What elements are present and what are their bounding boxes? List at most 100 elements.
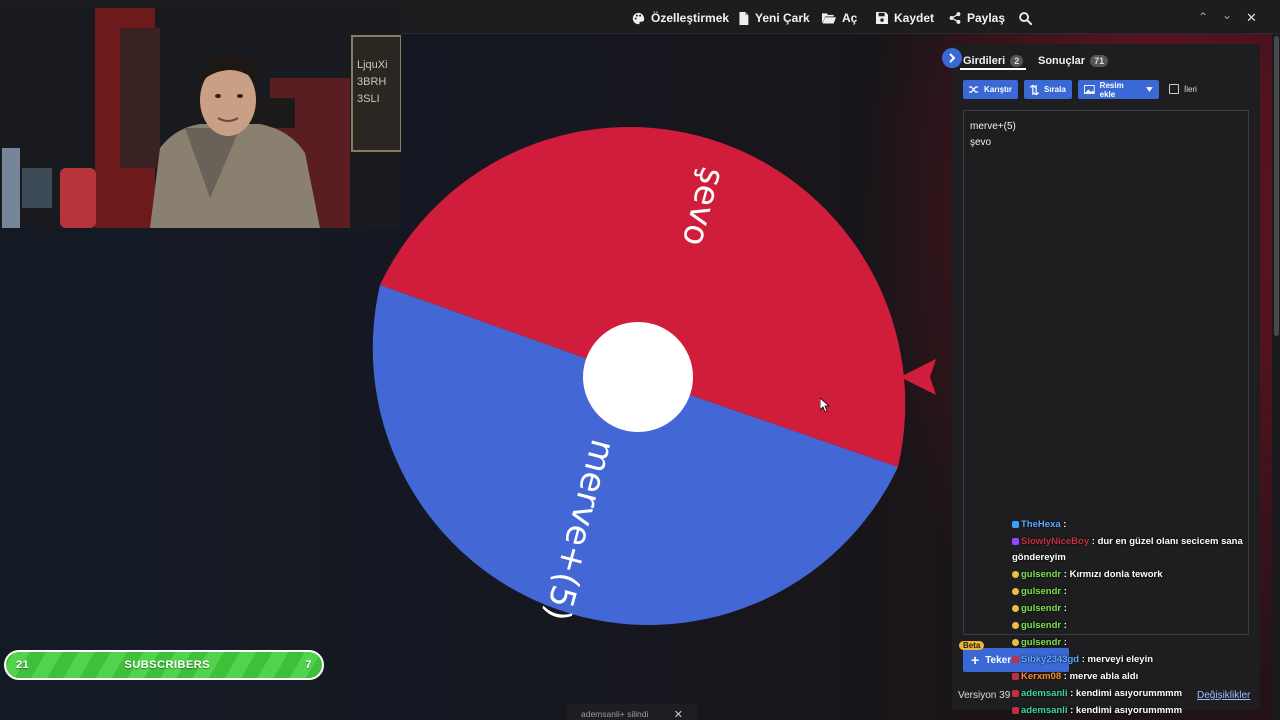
add-image-button[interactable]: Resim ekle: [1078, 80, 1159, 99]
chat-text: kendimi asıyorummmm: [1075, 705, 1183, 716]
svg-text:LjquXi: LjquXi: [357, 59, 388, 71]
chat-badge-icon: [1012, 621, 1019, 629]
shuffle-button[interactable]: Karıştır: [963, 80, 1019, 99]
open-label: Aç: [842, 11, 858, 25]
chevron-right-icon: [949, 53, 956, 63]
subscriber-label: SUBSCRIBERS: [124, 659, 211, 671]
chat-message: gulsendr :: [1012, 634, 1274, 651]
entry-line: merve+(5): [970, 121, 1016, 132]
entry-line: şevo: [970, 137, 992, 148]
version-label: Versiyon 39: [958, 690, 1011, 701]
sort-label: Sırala: [1044, 85, 1066, 94]
chat-username: gulsendr: [1021, 637, 1062, 648]
wheel-pointer: [900, 359, 936, 395]
chat-badge-icon: [1012, 689, 1019, 697]
chat-username: gulsendr: [1021, 586, 1062, 597]
collapse-panel-button[interactable]: [942, 48, 962, 68]
chat-text: göndereyim: [1012, 552, 1066, 563]
advanced-checkbox[interactable]: [1169, 84, 1179, 94]
add-wheel-label: Teker: [985, 654, 1012, 666]
chat-username: ademsanli: [1021, 705, 1068, 716]
search-icon: [1019, 11, 1032, 25]
chat-badge-icon: [1012, 570, 1019, 578]
image-icon: [1084, 85, 1095, 94]
share-label: Paylaş: [967, 11, 1006, 25]
chat-message: TheHexa :: [1012, 516, 1274, 533]
sort-icon: [1030, 84, 1039, 95]
beta-badge: Beta: [959, 641, 985, 650]
advanced-toggle[interactable]: İleri: [1169, 84, 1197, 94]
plus-icon: +: [971, 652, 980, 668]
chat-badge-icon: [1012, 706, 1019, 714]
subscriber-goal-bar: 21 SUBSCRIBERS 7: [4, 650, 324, 680]
toast-message: ademsanli+ silindi: [581, 709, 649, 719]
floppy-disk-icon: [876, 12, 888, 24]
tab-results[interactable]: Sonuçlar 71: [1038, 50, 1109, 72]
chat-message: ademsanli : kendimi asıyorummmm: [1012, 702, 1274, 719]
add-image-label: Resim ekle: [1099, 80, 1124, 99]
chat-text: dur en güzel olanı secicem sana: [1097, 536, 1243, 547]
results-count-badge: 71: [1090, 55, 1109, 67]
tab-results-label: Sonuçlar: [1038, 55, 1086, 67]
shuffle-icon: [969, 86, 979, 93]
chat-username: ademsanli: [1021, 688, 1068, 699]
chat-badge-icon: [1012, 638, 1019, 646]
chat-username: TheHexa: [1021, 519, 1061, 530]
new-wheel-button[interactable]: Yeni Çark: [738, 9, 810, 27]
sort-button[interactable]: Sırala: [1024, 80, 1072, 99]
active-tab-indicator: [960, 68, 1026, 70]
search-button[interactable]: [1019, 9, 1038, 27]
folder-open-icon: [822, 13, 836, 24]
chat-badge-icon: [1012, 655, 1019, 663]
chat-username: gulsendr: [1021, 569, 1062, 580]
save-label: Kaydet: [894, 11, 935, 25]
tab-entries-label: Girdileri: [963, 55, 1006, 67]
chat-username: gulsendr: [1021, 603, 1062, 614]
entries-count-badge: 2: [1010, 55, 1024, 67]
spin-wheel[interactable]: şevo merve+(5): [362, 100, 914, 654]
chat-message: ademsanli : kendimi asıyorummmm: [1012, 685, 1274, 702]
deleted-toast: ademsanli+ silindi ✕: [567, 704, 697, 720]
svg-text:3BRH: 3BRH: [357, 76, 386, 88]
advanced-label: İleri: [1184, 84, 1197, 94]
chat-username: Sibky2343gd: [1021, 654, 1080, 665]
chat-text: Kırmızı donla tework: [1069, 569, 1163, 580]
chat-badge-icon: [1012, 604, 1019, 612]
chat-username: SlowlyNiceBoy: [1021, 536, 1090, 547]
save-button[interactable]: Kaydet: [876, 9, 934, 27]
chat-message: gulsendr :: [1012, 600, 1274, 617]
subscriber-goal: 7: [305, 659, 312, 671]
chat-message: Sibky2343gd : merveyi eleyin: [1012, 651, 1274, 668]
webcam-feed: LjquXi 3BRH 3SLI: [0, 8, 401, 228]
close-icon[interactable]: ✕: [674, 708, 683, 720]
customize-label: Özelleştirmek: [651, 11, 730, 25]
close-icon[interactable]: ✕: [1246, 10, 1257, 26]
chat-message: Kerxm08 : merve abla aldı: [1012, 668, 1274, 685]
chat-message: SlowlyNiceBoy : dur en güzel olanı secic…: [1012, 533, 1274, 550]
chat-message: gulsendr :: [1012, 617, 1274, 634]
chat-badge-icon: [1012, 537, 1019, 545]
share-button[interactable]: Paylaş: [949, 9, 1005, 27]
chat-message: gulsendr :: [1012, 583, 1274, 600]
mouse-cursor-icon: [820, 398, 830, 412]
chat-text: merveyi eleyin: [1087, 654, 1154, 665]
chat-badge-icon: [1012, 587, 1019, 595]
wheel-center-button[interactable]: [583, 322, 693, 432]
new-wheel-label: Yeni Çark: [755, 11, 810, 25]
chevron-down-icon[interactable]: ⌄: [1222, 8, 1232, 22]
caret-down-icon: [1146, 87, 1153, 92]
chat-text: kendimi asıyorummmm: [1075, 688, 1183, 699]
chat-username: gulsendr: [1021, 620, 1062, 631]
file-icon: [739, 11, 749, 25]
palette-icon: [632, 12, 645, 24]
chevron-up-icon[interactable]: ⌃: [1198, 10, 1208, 24]
chat-badge-icon: [1012, 520, 1019, 528]
webcam-image: LjquXi 3BRH 3SLI: [0, 8, 401, 228]
chat-text: merve abla aldı: [1069, 671, 1139, 682]
share-icon: [949, 12, 961, 24]
shuffle-label: Karıştır: [984, 85, 1013, 94]
customize-button[interactable]: Özelleştirmek: [632, 9, 729, 27]
chat-message: gulsendr : Kırmızı donla tework: [1012, 566, 1274, 583]
scrollbar-thumb[interactable]: [1274, 36, 1279, 336]
open-button[interactable]: Aç: [822, 9, 857, 27]
